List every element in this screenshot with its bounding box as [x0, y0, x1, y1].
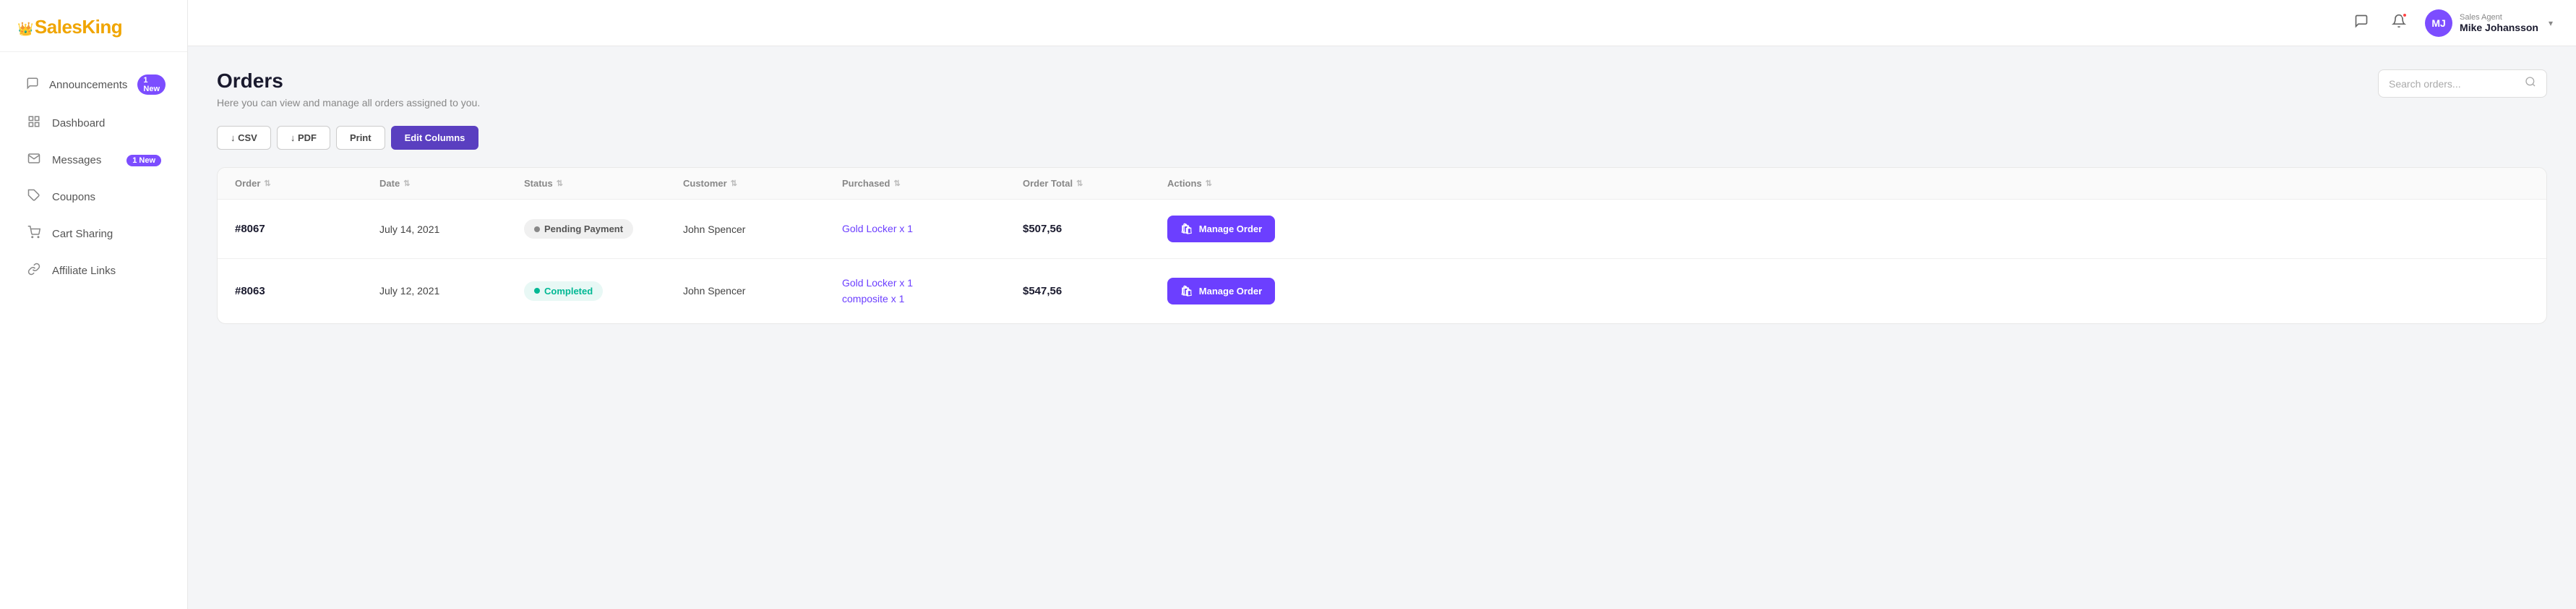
- col-date: Date ⇅: [379, 178, 524, 189]
- sidebar-item-announcements[interactable]: Announcements 1 New: [9, 65, 179, 104]
- manage-order-button[interactable]: 🛍 Manage Order: [1167, 278, 1275, 304]
- order-customer: John Spencer: [683, 285, 842, 297]
- avatar: MJ: [2425, 9, 2452, 37]
- main-content: MJ Sales Agent Mike Johansson ▾ Orders H…: [188, 0, 2576, 609]
- search-box[interactable]: [2378, 69, 2547, 98]
- page-subtitle: Here you can view and manage all orders …: [217, 97, 480, 108]
- order-customer: John Spencer: [683, 223, 842, 235]
- table-header: Order ⇅ Date ⇅ Status ⇅ Customer ⇅ Purch…: [218, 168, 2546, 200]
- user-text: Sales Agent Mike Johansson: [2460, 13, 2538, 33]
- order-purchased: Gold Locker x 1: [842, 221, 1023, 237]
- page-header: Orders Here you can view and manage all …: [217, 69, 2547, 108]
- order-total: $547,56: [1023, 285, 1167, 297]
- col-status: Status ⇅: [524, 178, 683, 189]
- status-dot: [534, 226, 540, 232]
- col-extra: [1312, 178, 1355, 189]
- order-actions: 🛍 Manage Order: [1167, 278, 1312, 304]
- coupons-icon: [26, 189, 42, 205]
- csv-button[interactable]: ↓ CSV: [217, 126, 271, 150]
- order-purchased: Gold Locker x 1 composite x 1: [842, 275, 1023, 307]
- sidebar-nav: Announcements 1 New Dashboard Messages 1…: [0, 52, 187, 609]
- sort-customer-icon[interactable]: ⇅: [731, 179, 737, 188]
- status-badge: Completed: [524, 281, 603, 301]
- messages-badge: 1 New: [126, 155, 161, 166]
- sidebar-item-messages[interactable]: Messages 1 New: [9, 142, 179, 178]
- order-total: $507,56: [1023, 223, 1167, 235]
- sidebar-item-coupons[interactable]: Coupons: [9, 179, 179, 215]
- notification-dot: [2402, 12, 2408, 18]
- order-id: #8067: [235, 223, 379, 235]
- edit-columns-button[interactable]: Edit Columns: [391, 126, 479, 150]
- col-purchased: Purchased ⇅: [842, 178, 1023, 189]
- chevron-down-icon: ▾: [2549, 18, 2553, 28]
- sidebar-item-dashboard-label: Dashboard: [52, 117, 105, 129]
- order-status: Pending Payment: [524, 219, 683, 239]
- sidebar-item-coupons-label: Coupons: [52, 191, 95, 203]
- sidebar: 👑SalesKing Announcements 1 New Dashboard…: [0, 0, 188, 609]
- status-badge: Pending Payment: [524, 219, 633, 239]
- pdf-button[interactable]: ↓ PDF: [277, 126, 330, 150]
- orders-table: Order ⇅ Date ⇅ Status ⇅ Customer ⇅ Purch…: [217, 167, 2547, 324]
- order-date: July 12, 2021: [379, 285, 524, 297]
- bag-icon: 🛍: [1180, 285, 1193, 297]
- dashboard-icon: [26, 115, 42, 132]
- logo-sales: Sales: [35, 16, 82, 38]
- sidebar-item-affiliate-links[interactable]: Affiliate Links: [9, 253, 179, 289]
- sort-date-icon[interactable]: ⇅: [403, 179, 410, 188]
- chat-button[interactable]: [2350, 9, 2373, 37]
- page-body: Orders Here you can view and manage all …: [188, 46, 2576, 609]
- user-name: Mike Johansson: [2460, 22, 2538, 33]
- search-icon: [2525, 76, 2536, 91]
- table-row: #8063 July 12, 2021 Completed John Spenc…: [218, 259, 2546, 323]
- col-actions: Actions ⇅: [1167, 178, 1312, 189]
- top-header: MJ Sales Agent Mike Johansson ▾: [188, 0, 2576, 46]
- announcements-icon: [26, 77, 39, 93]
- sort-purchased-icon[interactable]: ⇅: [893, 179, 900, 188]
- sidebar-item-affiliate-links-label: Affiliate Links: [52, 265, 116, 277]
- sidebar-item-announcements-label: Announcements: [49, 79, 127, 91]
- messages-icon: [26, 152, 42, 169]
- col-order: Order ⇅: [235, 178, 379, 189]
- order-id: #8063: [235, 285, 379, 297]
- logo: 👑SalesKing: [0, 0, 187, 52]
- order-date: July 14, 2021: [379, 223, 524, 235]
- col-total: Order Total ⇅: [1023, 178, 1167, 189]
- print-button[interactable]: Print: [336, 126, 385, 150]
- search-input[interactable]: [2389, 78, 2519, 90]
- toolbar: ↓ CSV ↓ PDF Print Edit Columns: [217, 126, 2547, 150]
- col-customer: Customer ⇅: [683, 178, 842, 189]
- status-dot: [534, 288, 540, 294]
- affiliate-links-icon: [26, 263, 42, 279]
- notifications-button[interactable]: [2387, 9, 2410, 37]
- page-title: Orders: [217, 69, 480, 93]
- table-row: #8067 July 14, 2021 Pending Payment John…: [218, 200, 2546, 259]
- logo-crown: 👑: [17, 22, 33, 36]
- sort-total-icon[interactable]: ⇅: [1076, 179, 1083, 188]
- sort-status-icon[interactable]: ⇅: [557, 179, 563, 188]
- bag-icon: 🛍: [1180, 223, 1193, 235]
- sidebar-item-messages-label: Messages: [52, 154, 101, 166]
- order-status: Completed: [524, 281, 683, 301]
- user-role: Sales Agent: [2460, 13, 2538, 22]
- sidebar-item-dashboard[interactable]: Dashboard: [9, 106, 179, 141]
- manage-order-button[interactable]: 🛍 Manage Order: [1167, 216, 1275, 242]
- page-title-group: Orders Here you can view and manage all …: [217, 69, 480, 108]
- sort-order-icon[interactable]: ⇅: [264, 179, 270, 188]
- logo-king: King: [82, 16, 122, 38]
- sidebar-item-cart-sharing[interactable]: Cart Sharing: [9, 216, 179, 252]
- sidebar-item-cart-sharing-label: Cart Sharing: [52, 228, 113, 240]
- user-profile[interactable]: MJ Sales Agent Mike Johansson ▾: [2425, 9, 2553, 37]
- cart-sharing-icon: [26, 226, 42, 242]
- sort-actions-icon[interactable]: ⇅: [1206, 179, 1212, 188]
- announcements-badge: 1 New: [137, 74, 166, 95]
- order-actions: 🛍 Manage Order: [1167, 216, 1312, 242]
